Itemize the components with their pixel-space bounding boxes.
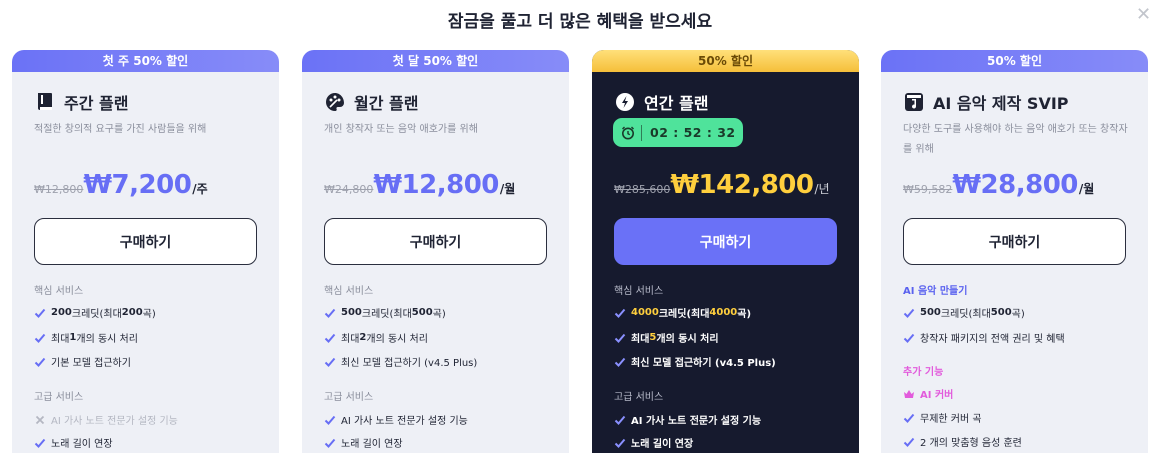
section-label-advanced: 고급 서비스	[324, 392, 374, 403]
check-icon	[614, 332, 626, 344]
feature-item: 무제한 커버 곡	[903, 410, 982, 425]
discount-banner: 첫 주 50% 할인	[12, 50, 279, 72]
feature-item: 500 크레딧(최대 500 곡)	[324, 305, 446, 320]
price-period: /년	[814, 182, 830, 196]
check-icon	[903, 307, 915, 319]
buy-button[interactable]: 구매하기	[324, 218, 547, 265]
check-icon	[614, 414, 626, 426]
section-label-advanced: 고급 서비스	[34, 392, 84, 403]
check-icon	[324, 356, 336, 368]
plan-card-weekly: 첫 주 50% 할인 주간 플랜 적절한 창의적 요구를 가진 사람들을 위해 …	[12, 50, 279, 453]
alarm-clock-icon	[621, 126, 635, 140]
section-label-core: 핵심 서비스	[324, 286, 374, 297]
feature-item: 노래 길이 연장	[324, 435, 403, 450]
price-row: ₩12,800 ₩7,200 /주	[34, 170, 208, 200]
feature-item: 최신 모델 접근하기 (v4.5 Plus)	[614, 354, 776, 369]
original-price: ₩12,800	[34, 183, 84, 196]
plan-title: 월간 플랜	[324, 90, 418, 114]
plan-card-monthly: 첫 달 50% 할인 월간 플랜 개인 창작자 또는 음악 애호가를 위해 ₩2…	[302, 50, 569, 453]
check-icon	[903, 436, 915, 448]
section-label-extra: 추가 기능	[903, 367, 944, 378]
plan-description: 개인 창작자 또는 음악 애호가를 위해	[324, 124, 478, 135]
feature-item: 최대 5 개의 동시 처리	[614, 330, 719, 345]
feature-item: 기본 모델 접근하기	[34, 354, 131, 369]
countdown-value: 02 : 52 : 32	[650, 125, 736, 140]
feature-item-disabled: AI 가사 노트 전문가 설정 기능	[34, 412, 178, 427]
plan-description: 적절한 창의적 요구를 가진 사람들을 위해	[34, 124, 207, 135]
cross-icon	[34, 414, 46, 426]
check-icon	[903, 332, 915, 344]
plan-title: 연간 플랜	[614, 90, 708, 114]
plan-name: AI 음악 제작 SVIP	[933, 94, 1069, 113]
feature-item: 노래 길이 연장	[614, 435, 693, 450]
feature-item: 창작자 패키지의 전액 권리 및 혜택	[903, 330, 1065, 345]
original-price: ₩59,582	[903, 183, 953, 196]
section-label-advanced: 고급 서비스	[614, 392, 664, 403]
discounted-price: ₩7,200	[83, 170, 192, 200]
plan-card-svip: 50% 할인 AI 음악 제작 SVIP 다양한 도구를 사용해야 하는 음악 …	[881, 50, 1148, 453]
discounted-price: ₩28,800	[952, 170, 1078, 200]
section-label-core: 핵심 서비스	[614, 286, 664, 297]
plan-name: 연간 플랜	[644, 94, 709, 113]
plan-card-yearly: 50% 할인 연간 플랜 02 : 52 : 32 ₩285,600 ₩142,…	[592, 50, 859, 453]
countdown-timer: 02 : 52 : 32	[613, 118, 743, 147]
feature-item: AI 가사 노트 전문가 설정 기능	[324, 412, 468, 427]
check-icon	[614, 437, 626, 449]
discounted-price: ₩12,800	[373, 170, 499, 200]
feature-item: 500 크레딧(최대 500 곡)	[903, 305, 1025, 320]
buy-button[interactable]: 구매하기	[614, 218, 837, 265]
feature-item: 200 크레딧(최대 200 곡)	[34, 305, 156, 320]
crown-icon	[903, 388, 915, 400]
feature-item: 최대 2 개의 동시 처리	[324, 330, 428, 345]
discounted-price: ₩142,800	[670, 170, 814, 200]
check-icon	[34, 356, 46, 368]
check-icon	[324, 307, 336, 319]
check-icon	[34, 332, 46, 344]
plan-description: 다양한 도구를 사용해야 하는 음악 애호가 또는 창작자를 위해	[903, 124, 1128, 155]
section-label-ai-music: AI 음악 만들기	[903, 286, 968, 297]
buy-button[interactable]: 구매하기	[903, 218, 1126, 265]
plan-name: 주간 플랜	[64, 94, 129, 113]
price-period: /주	[192, 182, 208, 196]
feature-item: 2 개의 맞춤형 음성 훈련	[903, 434, 1022, 449]
feature-item: 노래 길이 연장	[34, 435, 113, 450]
check-icon	[324, 437, 336, 449]
plan-name: 월간 플랜	[354, 94, 419, 113]
feature-item: AI 가사 노트 전문가 설정 기능	[614, 412, 761, 427]
original-price: ₩24,800	[324, 183, 374, 196]
page-title: 잠금을 풀고 더 많은 혜택을 받으세요	[447, 12, 713, 32]
rocket-icon	[614, 91, 636, 113]
feature-item: 최대 1 개의 동시 처리	[34, 330, 138, 345]
section-label-core: 핵심 서비스	[34, 286, 84, 297]
music-note-icon	[903, 91, 925, 113]
feature-item: 최신 모델 접근하기 (v4.5 Plus)	[324, 354, 477, 369]
discount-banner: 50% 할인	[592, 50, 859, 72]
price-row: ₩59,582 ₩28,800 /월	[903, 170, 1094, 200]
plan-title: AI 음악 제작 SVIP	[903, 90, 1069, 114]
discount-banner: 첫 달 50% 할인	[302, 50, 569, 72]
price-row: ₩285,600 ₩142,800 /년	[614, 170, 830, 200]
check-icon	[903, 412, 915, 424]
discount-banner: 50% 할인	[881, 50, 1148, 72]
check-icon	[614, 307, 626, 319]
plan-title: 주간 플랜	[34, 90, 128, 114]
palette-icon	[324, 91, 346, 113]
close-icon[interactable]: ✕	[1136, 5, 1150, 25]
price-row: ₩24,800 ₩12,800 /월	[324, 170, 515, 200]
feature-ai-cover: AI 커버	[903, 386, 953, 401]
check-icon	[34, 437, 46, 449]
check-icon	[324, 332, 336, 344]
feature-item: 4000 크레딧(최대 4000 곡)	[614, 305, 751, 320]
buy-button[interactable]: 구매하기	[34, 218, 257, 265]
original-price: ₩285,600	[614, 183, 671, 196]
price-period: /월	[1078, 182, 1095, 196]
price-period: /월	[499, 182, 516, 196]
book-icon	[34, 91, 56, 113]
check-icon	[614, 356, 626, 368]
check-icon	[324, 414, 336, 426]
check-icon	[34, 307, 46, 319]
